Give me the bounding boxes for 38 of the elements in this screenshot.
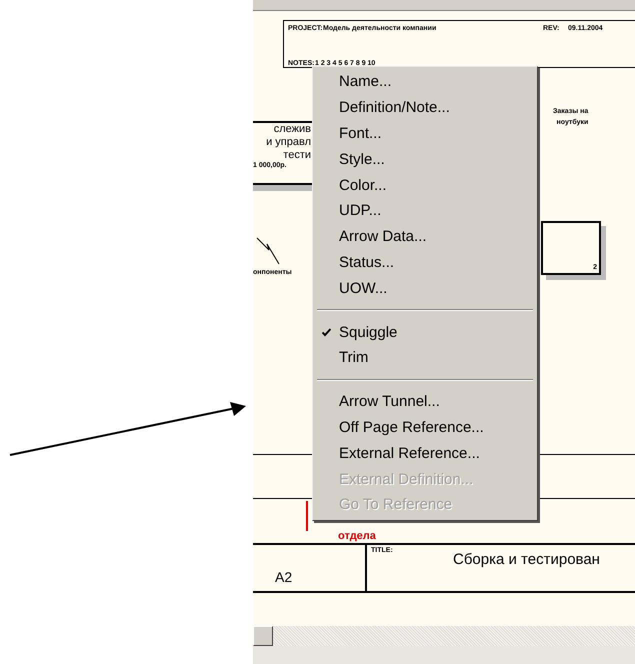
activity-text: слежив: [274, 123, 311, 136]
menu-item-label: Status...: [339, 254, 394, 271]
menu-item-label: UDP...: [339, 202, 382, 220]
node-number: A2: [275, 569, 292, 585]
menu-item-label: Trim: [339, 349, 368, 366]
menu-item[interactable]: UDP...: [313, 198, 537, 224]
checkmark-icon: [322, 328, 330, 337]
menu-item[interactable]: Font...: [313, 120, 537, 146]
menu-item-label: Arrow Data...: [339, 228, 427, 246]
menu-item[interactable]: Squiggle: [313, 319, 537, 345]
menu-item-label: Squiggle: [339, 324, 398, 341]
menu-item[interactable]: Color...: [313, 172, 537, 198]
squiggle-line: [255, 236, 281, 266]
menu-item[interactable]: UOW...: [313, 275, 537, 302]
menu-item[interactable]: Status...: [313, 250, 537, 276]
menu-item-label: External Reference...: [339, 444, 480, 462]
horizontal-scrollbar[interactable]: [253, 626, 635, 646]
menu-item-label: Name...: [339, 73, 392, 90]
menu-item[interactable]: External Reference...: [313, 440, 537, 466]
scrollbar-thumb[interactable]: [253, 626, 273, 646]
menu-item-label: Off Page Reference...: [339, 418, 484, 436]
menu-item[interactable]: Definition/Note...: [313, 94, 537, 121]
menu-item-label: Color...: [339, 176, 387, 194]
menu-item[interactable]: Off Page Reference...: [313, 414, 537, 440]
menu-item[interactable]: Arrow Tunnel...: [313, 388, 537, 415]
menu-item[interactable]: Style...: [313, 146, 537, 172]
menu-item-label: Font...: [339, 124, 382, 142]
arrow-label: отдела: [338, 530, 376, 542]
menu-item-label: Definition/Note...: [339, 99, 450, 116]
menu-item[interactable]: Trim: [313, 344, 537, 371]
menu-item-label: UOW...: [339, 280, 388, 297]
menu-item[interactable]: Name...: [313, 69, 537, 95]
activity-text: тести: [283, 149, 311, 162]
menu-item-label: Arrow Tunnel...: [339, 393, 440, 410]
menu-item-label: Style...: [339, 150, 385, 168]
diagram-title: Сборка и тестирован: [453, 551, 600, 568]
activity-text: и управл: [266, 136, 311, 149]
menu-item[interactable]: Arrow Data...: [313, 224, 537, 250]
